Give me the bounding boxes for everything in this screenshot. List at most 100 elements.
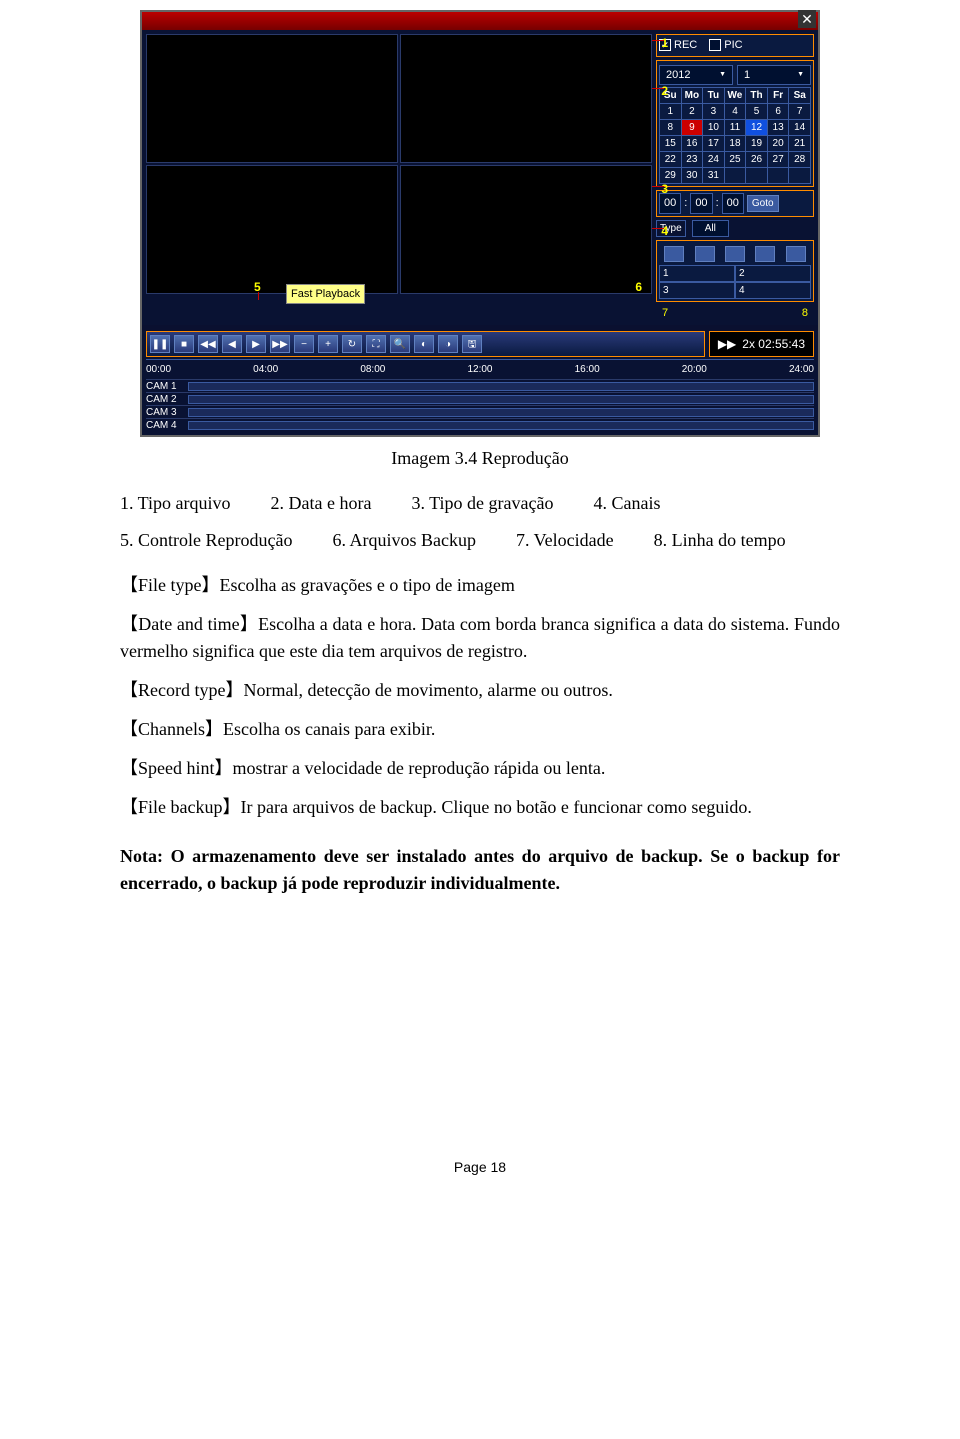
fast-rewind-button[interactable]: ◀◀ — [198, 335, 218, 353]
month-selector[interactable]: 1▼ — [737, 65, 811, 86]
cal-day[interactable]: 10 — [703, 120, 725, 136]
cal-day[interactable]: 4 — [724, 104, 746, 120]
cal-day[interactable]: 24 — [703, 152, 725, 168]
def-date-time: 【Date and time】Escolha a data e hora. Da… — [120, 611, 840, 665]
rewind-button[interactable]: ◀ — [222, 335, 242, 353]
cam-row-2[interactable]: CAM 2 — [146, 392, 814, 405]
backup-button[interactable]: 🖫 — [462, 335, 482, 353]
fast-forward-button[interactable]: ▶▶ — [270, 335, 290, 353]
cal-day[interactable] — [746, 168, 768, 184]
cal-day[interactable]: 22 — [660, 152, 682, 168]
cal-day[interactable]: 20 — [767, 136, 789, 152]
red-connector-2 — [652, 88, 664, 89]
cal-day[interactable]: 26 — [746, 152, 768, 168]
pause-button[interactable]: ❚❚ — [150, 335, 170, 353]
cal-day[interactable]: 25 — [724, 152, 746, 168]
weekday-header: Sa — [789, 88, 811, 104]
cal-day[interactable] — [767, 168, 789, 184]
def-record-type: 【Record type】Normal, detecção de movimen… — [120, 677, 840, 704]
year-selector[interactable]: 2012▼ — [659, 65, 733, 86]
channel-select-3[interactable]: 3 — [659, 282, 735, 299]
pic-checkbox[interactable]: PIC — [709, 37, 742, 54]
zoom-button[interactable]: 🔍 — [390, 335, 410, 353]
cal-day[interactable] — [789, 168, 811, 184]
forward-button[interactable]: ▶ — [246, 335, 266, 353]
cal-day[interactable] — [724, 168, 746, 184]
cal-day-selected[interactable]: 12 — [746, 120, 768, 136]
cal-day[interactable]: 27 — [767, 152, 789, 168]
ruler-tick: 24:00 — [789, 362, 814, 377]
time-second[interactable]: 00 — [722, 193, 744, 214]
cal-day[interactable]: 8 — [660, 120, 682, 136]
marker-1: 1 — [661, 34, 668, 52]
cal-day[interactable]: 13 — [767, 120, 789, 136]
cam-row-1[interactable]: CAM 1 — [146, 379, 814, 392]
layout-3x3-icon[interactable] — [725, 246, 745, 262]
cal-day[interactable]: 17 — [703, 136, 725, 152]
legend-item: 8. Linha do tempo — [654, 527, 786, 554]
red-connector-4 — [652, 228, 664, 229]
video-pane-1[interactable] — [146, 34, 398, 163]
time-goto-panel: 00: 00: 00 Goto — [656, 190, 814, 217]
cal-day[interactable]: 19 — [746, 136, 768, 152]
marker-8: 8 — [802, 305, 808, 322]
cal-day-has-records[interactable]: 9 — [681, 120, 703, 136]
channels-panel: 1 2 3 4 — [656, 240, 814, 302]
cal-day[interactable]: 31 — [703, 168, 725, 184]
cal-day[interactable]: 6 — [767, 104, 789, 120]
video-pane-4[interactable] — [400, 165, 652, 294]
type-selector[interactable]: All — [692, 220, 729, 237]
cam-row-3[interactable]: CAM 3 — [146, 405, 814, 418]
page-number: Page 18 — [120, 1157, 840, 1178]
time-minute[interactable]: 00 — [690, 193, 712, 214]
channel-select-4[interactable]: 4 — [735, 282, 811, 299]
layout-1x1-icon[interactable] — [664, 246, 684, 262]
cut-end-button[interactable]: ◑ — [438, 335, 458, 353]
ruler-tick: 04:00 — [253, 362, 278, 377]
close-button[interactable]: ✕ — [798, 10, 816, 28]
video-pane-3[interactable] — [146, 165, 398, 294]
weekday-header: We — [724, 88, 746, 104]
weekday-header: Fr — [767, 88, 789, 104]
legend-item: 2. Data e hora — [271, 490, 372, 517]
cal-day[interactable]: 16 — [681, 136, 703, 152]
cal-day[interactable]: 15 — [660, 136, 682, 152]
def-channels: 【Channels】Escolha os canais para exibir. — [120, 716, 840, 743]
layout-4x4-icon[interactable] — [755, 246, 775, 262]
next-button[interactable]: + — [318, 335, 338, 353]
cal-day[interactable]: 18 — [724, 136, 746, 152]
file-type-panel: REC PIC — [656, 34, 814, 57]
loop-button[interactable]: ↻ — [342, 335, 362, 353]
layout-fullscreen-icon[interactable] — [786, 246, 806, 262]
cam-row-4[interactable]: CAM 4 — [146, 418, 814, 431]
cal-day[interactable]: 28 — [789, 152, 811, 168]
cal-day[interactable]: 14 — [789, 120, 811, 136]
ruler-tick: 08:00 — [360, 362, 385, 377]
prev-button[interactable]: − — [294, 335, 314, 353]
layout-2x2-icon[interactable] — [695, 246, 715, 262]
cal-day[interactable]: 1 — [660, 104, 682, 120]
channel-select-2[interactable]: 2 — [735, 265, 811, 282]
figure-caption: Imagem 3.4 Reprodução — [120, 445, 840, 472]
cal-day[interactable]: 2 — [681, 104, 703, 120]
video-pane-2[interactable] — [400, 34, 652, 163]
cal-day[interactable]: 21 — [789, 136, 811, 152]
cal-day[interactable]: 3 — [703, 104, 725, 120]
cal-day[interactable]: 11 — [724, 120, 746, 136]
window-titlebar: ✕ — [142, 12, 818, 30]
cal-day[interactable]: 5 — [746, 104, 768, 120]
cal-day[interactable]: 23 — [681, 152, 703, 168]
cal-day[interactable]: 30 — [681, 168, 703, 184]
channel-select-1[interactable]: 1 — [659, 265, 735, 282]
legend-item: 5. Controle Reprodução — [120, 527, 292, 554]
ruler-tick: 16:00 — [575, 362, 600, 377]
legend-item: 7. Velocidade — [516, 527, 614, 554]
weekday-header: Tu — [703, 88, 725, 104]
calendar-table: Su Mo Tu We Th Fr Sa 1 2 3 — [659, 87, 811, 184]
fullscreen-button[interactable]: ⛶ — [366, 335, 386, 353]
stop-button[interactable]: ■ — [174, 335, 194, 353]
cal-day[interactable]: 7 — [789, 104, 811, 120]
cut-start-button[interactable]: ◐ — [414, 335, 434, 353]
time-ruler[interactable]: 00:00 04:00 08:00 12:00 16:00 20:00 24:0… — [146, 359, 814, 379]
goto-button[interactable]: Goto — [747, 195, 779, 212]
